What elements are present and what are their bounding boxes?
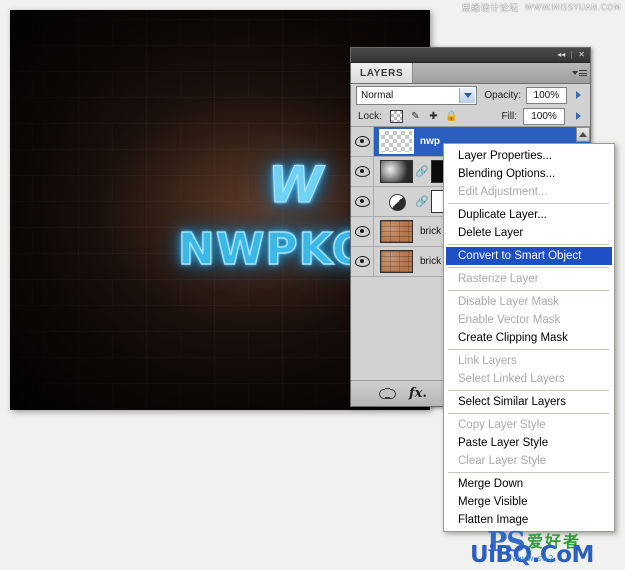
menu-separator (448, 203, 609, 204)
menu-separator (448, 244, 609, 245)
fill-label: Fill: (501, 110, 517, 122)
menu-item-rasterize-layer: Rasterize Layer (458, 273, 539, 285)
layer-visibility-toggle[interactable] (351, 187, 374, 216)
menu-separator (448, 390, 609, 391)
menu-item-merge-visible[interactable]: Merge Visible (444, 493, 614, 511)
menu-item-clear-layer-style: Clear Layer Style (458, 455, 547, 467)
eye-icon (354, 166, 370, 177)
watermark-sub-url: www.sa2 (512, 554, 555, 563)
eye-icon (354, 196, 370, 207)
menu-item-create-clipping-mask[interactable]: Create Clipping Mask (444, 329, 614, 347)
layer-name: brick (420, 226, 442, 237)
menu-item-select-linked-layers: Select Linked Layers (458, 373, 565, 385)
eye-icon (354, 256, 370, 267)
fill-stepper-icon[interactable] (571, 109, 585, 124)
panel-menu-lines-icon (578, 70, 587, 76)
collapse-panel-icon[interactable]: ◂◂ (557, 51, 565, 59)
menu-item-blending-options[interactable]: Blending Options... (444, 165, 614, 183)
layer-thumbnail[interactable] (380, 250, 413, 273)
titlebar-divider (571, 51, 573, 59)
mask-link-icon[interactable]: 🔗 (415, 160, 429, 183)
close-icon[interactable]: ✕ (578, 51, 585, 59)
blend-mode-row: Normal Opacity: 100% (351, 84, 590, 106)
lock-image-pixels-icon[interactable]: ✎ (410, 111, 421, 122)
opacity-input[interactable]: 100% (526, 86, 567, 104)
menu-item-enable-vector-mask: Enable Vector Mask (458, 314, 561, 326)
layer-thumbnail[interactable] (380, 160, 413, 183)
photoshop-screenshot: W NWPKO 思缘设计论坛 WWW.MISSYUAN.COM ◂◂ ✕ LAY… (0, 0, 625, 570)
link-layers-icon[interactable] (379, 388, 396, 399)
lock-buttons-group[interactable]: ✎ ✚ 🔒 (389, 109, 458, 123)
watermark-site-url: WWW.MISSYUAN.COM (524, 3, 621, 12)
layer-name: brick (420, 256, 442, 267)
layer-thumbnail[interactable] (379, 129, 414, 154)
panel-menu-triangle-icon (571, 71, 578, 75)
opacity-stepper-icon[interactable] (572, 88, 585, 103)
layer-thumbnail[interactable] (380, 190, 413, 213)
layer-visibility-toggle[interactable] (351, 217, 374, 246)
watermark-site-name-cn: 思缘设计论坛 (461, 4, 519, 14)
menu-item-flatten-image[interactable]: Flatten Image (444, 511, 614, 529)
tab-row-filler (413, 63, 568, 83)
menu-item-disable-layer-mask: Disable Layer Mask (458, 296, 559, 308)
blend-mode-select[interactable]: Normal (356, 85, 478, 105)
menu-separator (448, 349, 609, 350)
neon-logo-w: W (267, 156, 323, 215)
lock-all-icon[interactable]: 🔒 (445, 111, 457, 122)
chevron-down-icon[interactable] (459, 87, 476, 103)
eye-icon (354, 136, 370, 147)
layer-visibility-toggle[interactable] (351, 127, 374, 156)
menu-item-delete-layer[interactable]: Delete Layer (444, 224, 614, 242)
mask-link-icon[interactable]: 🔗 (415, 190, 429, 213)
menu-separator (448, 267, 609, 268)
panel-tab-row[interactable]: LAYERS (351, 63, 590, 84)
panel-titlebar[interactable]: ◂◂ ✕ (351, 48, 590, 63)
layer-style-fx-icon[interactable]: fx. (409, 386, 427, 401)
neon-text-nwpko: NWPKO (177, 223, 371, 275)
layer-visibility-toggle[interactable] (351, 247, 374, 276)
menu-item-copy-layer-style: Copy Layer Style (458, 419, 546, 431)
tab-layers[interactable]: LAYERS (351, 63, 414, 83)
layer-context-menu[interactable]: Layer Properties... Blending Options... Ed… (443, 143, 615, 532)
opacity-label: Opacity: (484, 89, 522, 101)
lock-label: Lock: (358, 110, 382, 122)
layer-list-scroll-up[interactable] (576, 127, 590, 142)
layer-visibility-toggle[interactable] (351, 157, 374, 186)
lock-row: Lock: ✎ ✚ 🔒 Fill: 100% (351, 106, 590, 127)
lock-position-icon[interactable]: ✚ (428, 111, 439, 122)
menu-item-paste-layer-style[interactable]: Paste Layer Style (444, 434, 614, 452)
eye-icon (354, 226, 370, 237)
blend-mode-value: Normal (361, 89, 394, 101)
lock-transparent-pixels-icon[interactable] (389, 109, 403, 123)
menu-separator (448, 413, 609, 414)
menu-item-convert-to-smart-object[interactable]: Convert to Smart Object (446, 247, 612, 265)
menu-item-select-similar-layers[interactable]: Select Similar Layers (444, 393, 614, 411)
fill-input[interactable]: 100% (523, 107, 565, 125)
menu-item-link-layers: Link Layers (458, 355, 517, 367)
menu-item-duplicate-layer[interactable]: Duplicate Layer... (444, 206, 614, 224)
menu-item-edit-adjustment: Edit Adjustment... (458, 186, 548, 198)
panel-menu-icon[interactable] (568, 63, 590, 83)
top-watermark: 思缘设计论坛 WWW.MISSYUAN.COM (462, 1, 621, 14)
layer-thumbnail[interactable] (380, 220, 413, 243)
menu-separator (448, 472, 609, 473)
menu-item-layer-properties[interactable]: Layer Properties... (444, 147, 614, 165)
layer-name: nwp (420, 136, 440, 147)
menu-separator (448, 290, 609, 291)
menu-item-merge-down[interactable]: Merge Down (444, 475, 614, 493)
